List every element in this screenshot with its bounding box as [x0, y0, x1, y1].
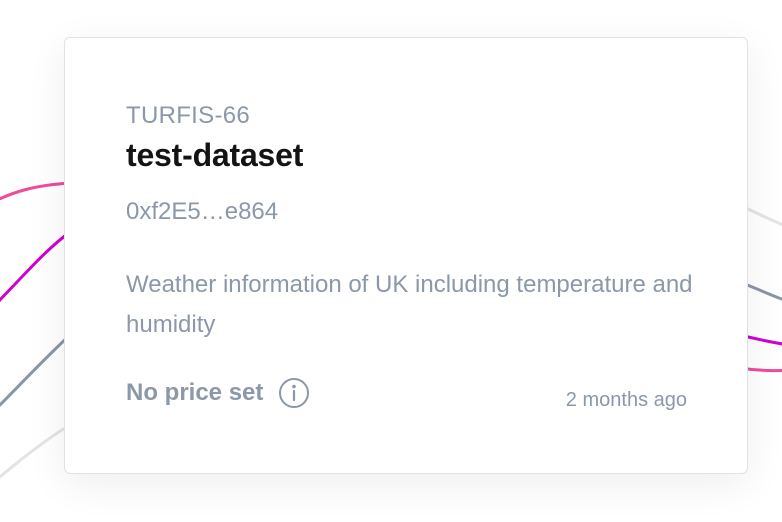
- asset-symbol: TURFIS-66: [126, 102, 251, 129]
- wave-line-pink-left: [0, 181, 71, 201]
- price-row: No price set: [126, 377, 310, 409]
- wave-line-slate-left: [0, 333, 72, 408]
- asset-teaser-view: TURFIS-66 test-dataset 0xf2E5…e864 Weath…: [0, 0, 782, 522]
- asset-card[interactable]: TURFIS-66 test-dataset 0xf2E5…e864 Weath…: [64, 37, 748, 474]
- published-time: 2 months ago: [565, 389, 687, 411]
- wave-line-light-left: [0, 423, 71, 479]
- wave-line-magenta-left: [0, 230, 71, 302]
- price-label: No price set: [126, 379, 264, 406]
- info-circle-icon-graphic: [279, 378, 310, 408]
- asset-title: test-dataset: [126, 137, 304, 173]
- owner-address[interactable]: 0xf2E5…e864: [126, 200, 278, 224]
- info-circle-icon[interactable]: [278, 377, 310, 409]
- asset-description: Weather information of UK including temp…: [126, 271, 693, 338]
